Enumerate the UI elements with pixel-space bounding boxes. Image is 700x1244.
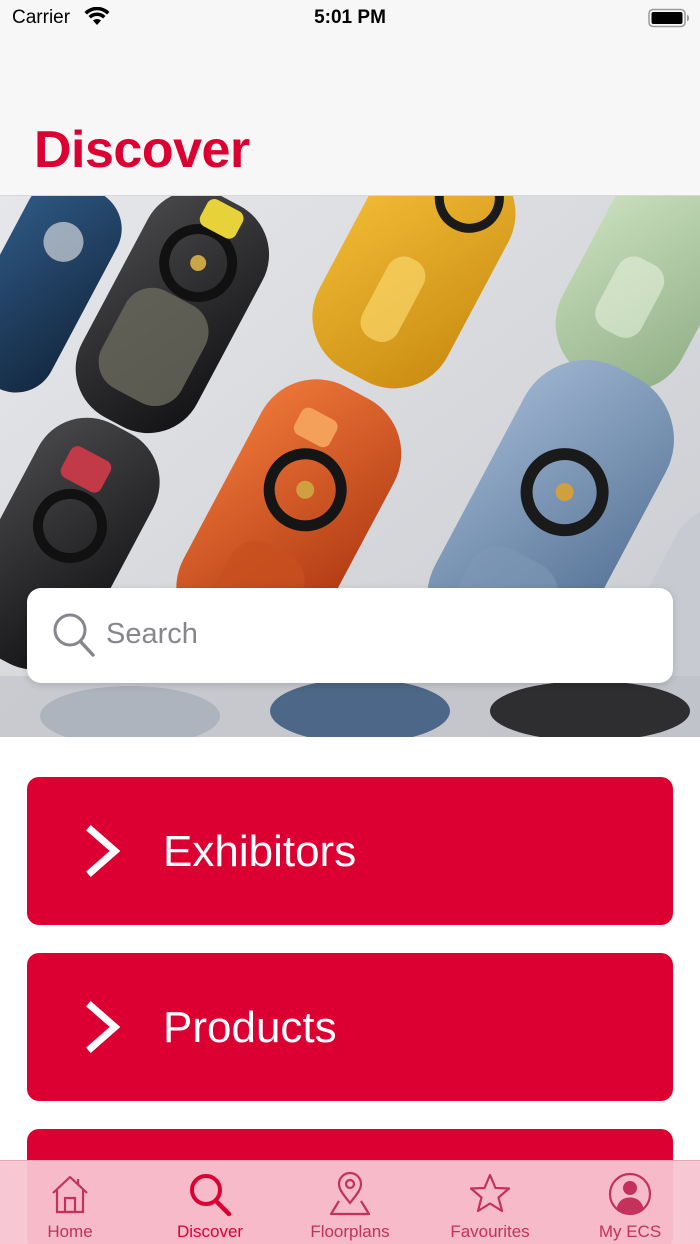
- search-placeholder: Search: [106, 618, 198, 650]
- tab-bar: Home Discover Floorplans Favourites My E…: [0, 1160, 700, 1244]
- tab-my-ecs[interactable]: My ECS: [560, 1161, 700, 1244]
- tab-favourites[interactable]: Favourites: [420, 1161, 560, 1244]
- tab-discover-label: Discover: [176, 1222, 244, 1241]
- exhibitors-button[interactable]: Exhibitors: [27, 777, 673, 925]
- search-icon: [53, 613, 95, 657]
- tab-home[interactable]: Home: [0, 1161, 140, 1244]
- tab-floorplans[interactable]: Floorplans: [280, 1161, 420, 1244]
- status-bar: Carrier 5:01 PM: [0, 0, 700, 40]
- tab-my-ecs-label: My ECS: [598, 1222, 662, 1241]
- status-time: 5:01 PM: [314, 7, 386, 28]
- chevron-right-icon: [86, 1001, 121, 1053]
- tab-floorplans-label: Floorplans: [310, 1222, 390, 1241]
- battery-icon: [648, 8, 689, 28]
- person-circle-icon: [608, 1172, 652, 1216]
- products-label: Products: [163, 1003, 337, 1052]
- map-pin-icon: [329, 1171, 371, 1216]
- discover-screen: Carrier 5:01 PM Discover Search Exhibito…: [0, 0, 700, 1244]
- navigation-header: Discover: [0, 40, 700, 196]
- tab-home-label: Home: [47, 1222, 93, 1241]
- tab-favourites-label: Favourites: [450, 1222, 530, 1241]
- chevron-right-icon: [86, 825, 121, 877]
- magnifier-icon: [190, 1174, 232, 1217]
- house-icon: [52, 1175, 88, 1214]
- tab-discover[interactable]: Discover: [140, 1161, 280, 1244]
- products-button[interactable]: Products: [27, 953, 673, 1101]
- exhibitors-label: Exhibitors: [163, 827, 357, 876]
- star-icon: [469, 1173, 511, 1213]
- page-title: Discover: [34, 121, 250, 179]
